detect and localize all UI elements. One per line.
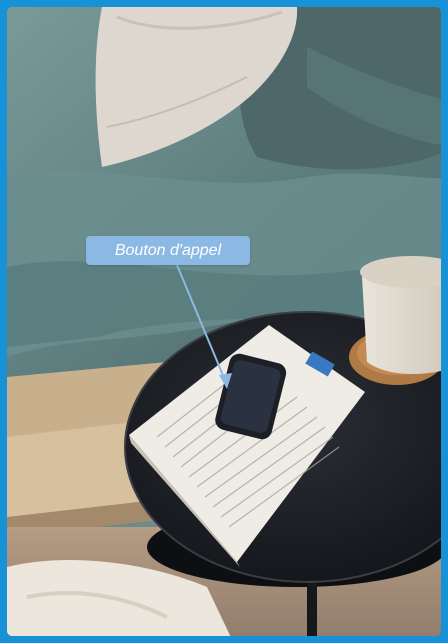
annotation-label: Bouton d'appel: [86, 236, 250, 265]
photo-frame: Bouton d'appel: [0, 0, 448, 643]
bedroom-photo: [7, 7, 441, 636]
